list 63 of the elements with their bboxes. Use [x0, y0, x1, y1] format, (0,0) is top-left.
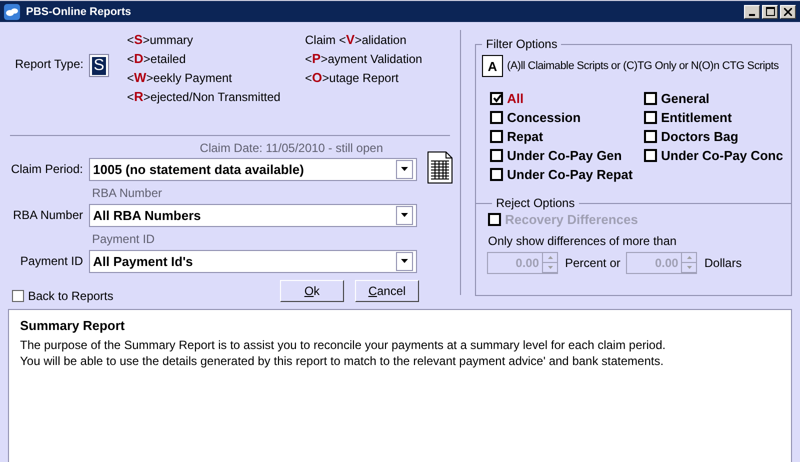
checkbox-label: Recovery Differences	[505, 212, 638, 227]
maximize-button[interactable]	[762, 4, 778, 18]
maximize-icon	[766, 7, 774, 16]
unit-label: Dollars	[704, 256, 742, 270]
dropdown-field[interactable]: All Payment Id's	[89, 250, 417, 272]
field-caption: RBA Number	[92, 186, 162, 200]
description-text: The purpose of the Summary Report is to assist you to reconcile your payments at a summary level for each claim period.	[20, 337, 667, 353]
close-icon	[784, 8, 792, 16]
field-label: RBA Number	[12, 208, 83, 222]
report-type-field[interactable]: S	[89, 54, 109, 77]
dropdown-field[interactable]: 1005 (no statement data available)	[89, 158, 417, 180]
field-label: Claim Period:	[10, 162, 83, 176]
close-button[interactable]	[780, 4, 796, 18]
checkbox-label: All	[507, 91, 524, 106]
report-option: <P>ayment Validation	[305, 49, 422, 68]
checkbox[interactable]	[644, 111, 657, 124]
dialog-button[interactable]: Cancel	[355, 280, 419, 302]
report-option: <O>utage Report	[305, 68, 422, 87]
checkbox-label: General	[661, 91, 710, 106]
caret-icon	[401, 167, 408, 171]
checkbox-label: Doctors Bag	[661, 129, 738, 144]
checkbox[interactable]	[490, 168, 503, 181]
unit-label: Percent or	[565, 256, 620, 270]
checkbox-label: Under Co-Pay Gen	[507, 148, 622, 163]
spreadsheet-icon[interactable]	[427, 150, 453, 184]
group-title: Filter Options	[485, 37, 558, 51]
threshold-label: Only show differences of more than	[488, 233, 678, 250]
window-title: PBS-Online Reports	[26, 6, 132, 18]
caret-icon	[401, 213, 408, 217]
field-label: Payment ID	[19, 254, 83, 268]
claim-date-note: Claim Date: 11/05/2010 - still open	[200, 141, 383, 155]
script-type-hint: (A)ll Claimable Scripts or (C)TG Only or N(O)n CTG Scripts	[507, 60, 779, 72]
checkbox-label: Under Co-Pay Repat	[507, 167, 633, 182]
description-text: You will be able to use the details generated by this report to match to the relevant payment advice' and bank statements.	[20, 353, 665, 369]
checkbox[interactable]	[490, 130, 503, 143]
checkbox[interactable]	[644, 149, 657, 162]
checkbox-label: Concession	[507, 110, 581, 125]
checkbox-label: Repat	[507, 129, 544, 144]
report-option: <D>etailed	[127, 49, 305, 68]
checkbox[interactable]	[644, 92, 657, 105]
report-option: Claim <V>alidation	[305, 30, 422, 49]
checkbox[interactable]	[490, 149, 503, 162]
checkbox-label: Entitlement	[661, 110, 732, 125]
checkbox-label: Under Co-Pay Conc	[661, 148, 784, 163]
checkbox[interactable]	[490, 111, 503, 124]
report-option: <W>eekly Payment	[127, 68, 305, 87]
report-option: <R>ejected/Non Transmitted	[127, 87, 305, 106]
group-title: Reject Options	[495, 196, 576, 210]
dropdown-field[interactable]: All RBA Numbers	[89, 204, 417, 226]
field-caption: Payment ID	[92, 232, 155, 246]
script-type-field[interactable]: A	[482, 55, 503, 77]
checkbox[interactable]	[490, 92, 503, 105]
report-option: <S>ummary	[127, 30, 305, 49]
minimize-icon	[749, 14, 755, 16]
caret-icon	[401, 259, 408, 263]
app-icon	[4, 4, 20, 20]
checkbox[interactable]	[644, 130, 657, 143]
minimize-button[interactable]	[744, 4, 760, 18]
back-to-reports-checkbox[interactable]	[12, 290, 24, 302]
checkbox-label: Back to Reports	[28, 289, 114, 303]
report-type-label: Report Type:	[15, 57, 84, 71]
description-title: Summary Report	[20, 318, 126, 333]
dialog-button[interactable]: Ok	[280, 280, 344, 302]
